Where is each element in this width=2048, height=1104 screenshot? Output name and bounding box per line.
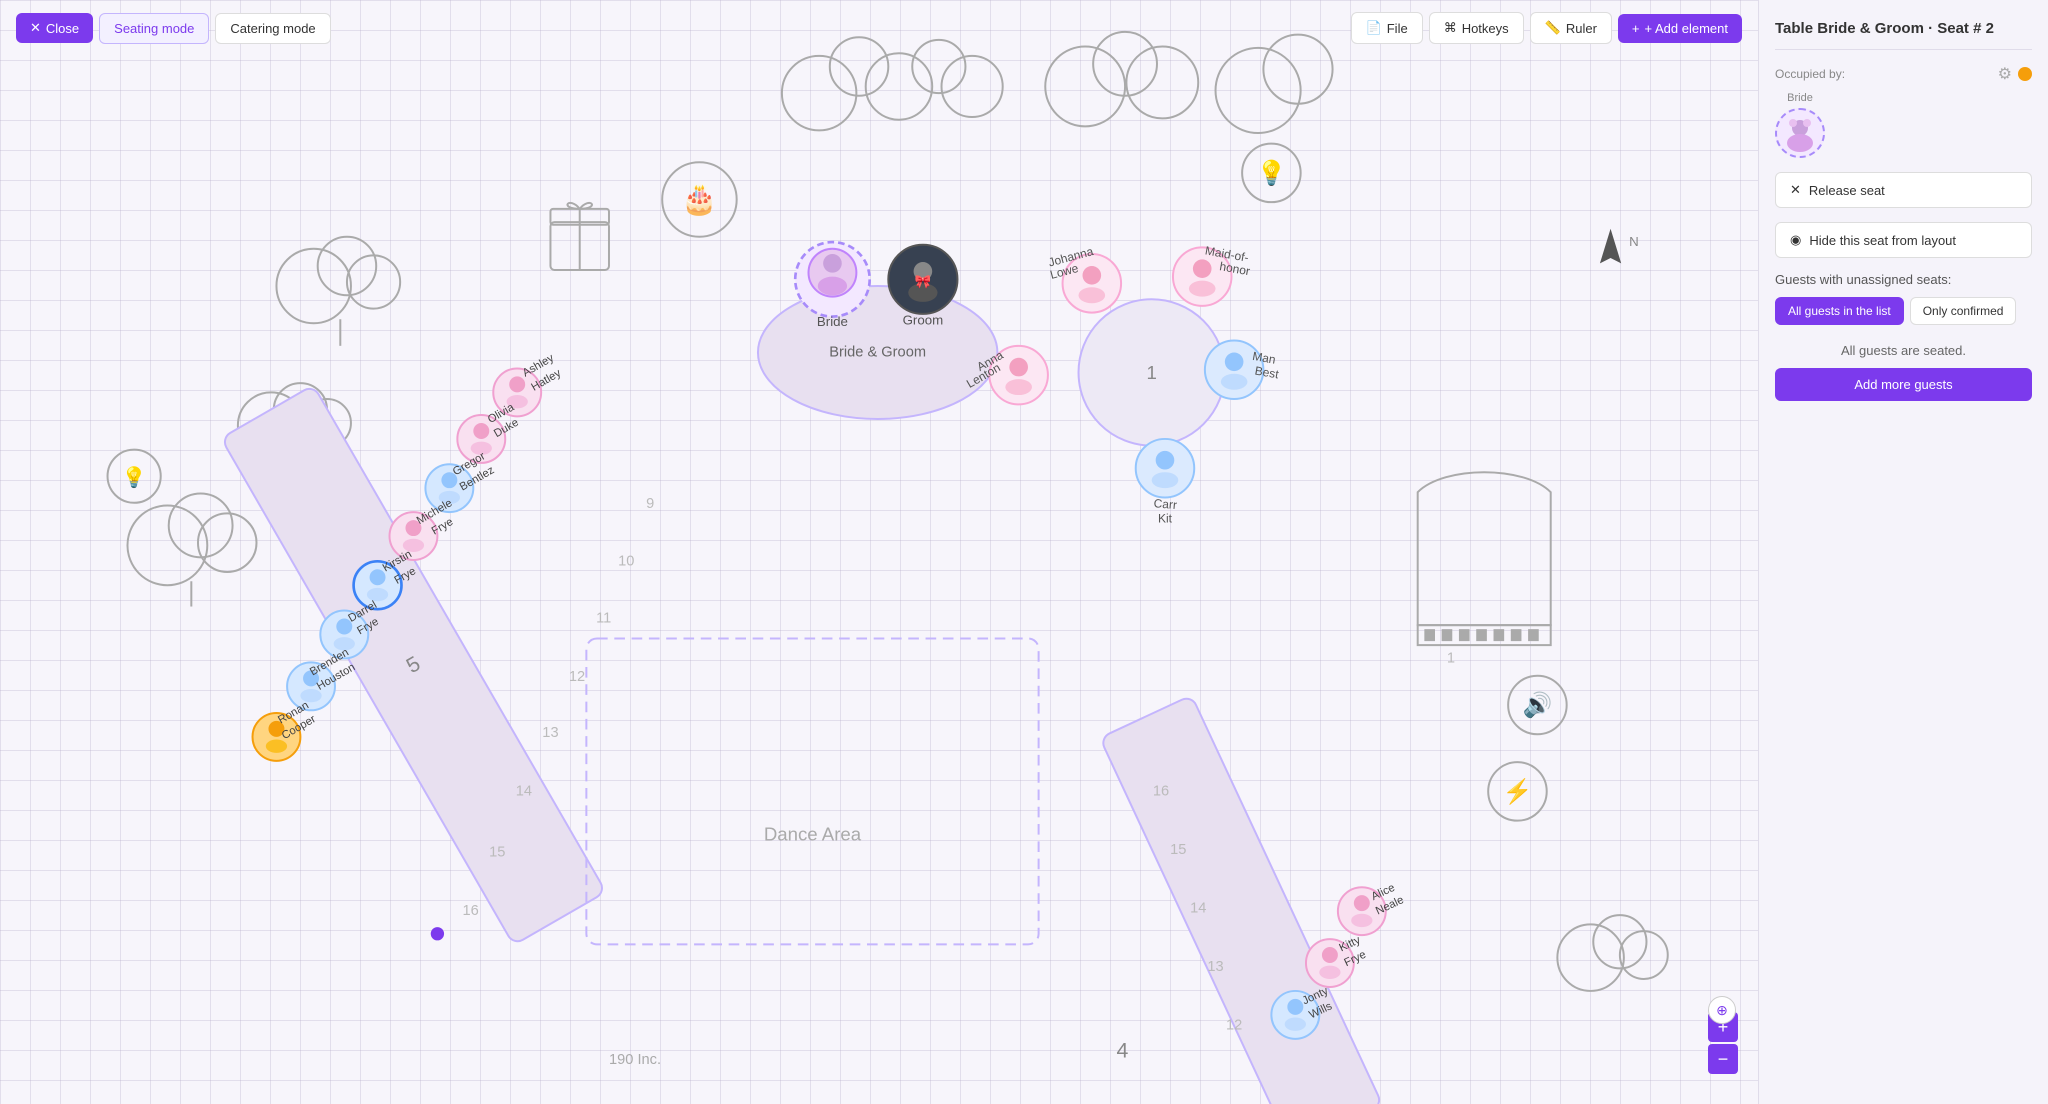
toolbar-left: ✕ Close Seating mode Catering mode xyxy=(16,13,331,44)
ruler-icon: 📏 xyxy=(1545,20,1561,36)
svg-text:Kit: Kit xyxy=(1158,512,1173,526)
toolbar-right: 📄 File ⌘ Hotkeys 📏 Ruler + + Add element xyxy=(1351,12,1742,44)
occupied-by-label: Occupied by: xyxy=(1775,67,1845,81)
svg-text:9: 9 xyxy=(646,496,654,512)
svg-text:15: 15 xyxy=(489,845,505,861)
seating-mode-label: Seating mode xyxy=(114,21,194,36)
hide-seat-label: Hide this seat from layout xyxy=(1809,233,1956,248)
power-icon: ⚡ xyxy=(1488,762,1547,821)
table-4-label: 4 xyxy=(1116,1038,1128,1062)
svg-text:15: 15 xyxy=(1170,842,1186,858)
svg-text:11: 11 xyxy=(596,610,611,626)
all-seated-message: All guests are seated. xyxy=(1775,343,2032,358)
svg-text:1: 1 xyxy=(1447,650,1455,666)
occupied-header: Occupied by: ⚙ xyxy=(1775,64,2032,84)
release-seat-label: Release seat xyxy=(1809,183,1885,198)
floor-plan-canvas[interactable]: 💡 💡 xyxy=(0,0,1758,1104)
catering-mode-button[interactable]: Catering mode xyxy=(215,13,330,44)
release-seat-button[interactable]: ✕ Release seat xyxy=(1775,172,2032,208)
svg-text:10: 10 xyxy=(618,553,634,569)
file-label: File xyxy=(1387,21,1408,36)
svg-text:16: 16 xyxy=(463,903,479,919)
add-element-label: + Add element xyxy=(1645,21,1728,36)
table-5[interactable]: 5 xyxy=(221,385,606,945)
ruler-label: Ruler xyxy=(1566,21,1597,36)
hide-seat-button[interactable]: ◉ Hide this seat from layout xyxy=(1775,222,2032,258)
table-1[interactable]: 1 xyxy=(1079,299,1225,445)
release-seat-icon: ✕ xyxy=(1790,182,1801,198)
close-icon: ✕ xyxy=(30,20,41,36)
svg-text:1: 1 xyxy=(1146,362,1156,383)
svg-text:🎂: 🎂 xyxy=(681,181,717,217)
ruler-button[interactable]: 📏 Ruler xyxy=(1530,12,1612,44)
add-element-button[interactable]: + + Add element xyxy=(1618,14,1742,43)
hotkeys-label: Hotkeys xyxy=(1462,21,1509,36)
svg-text:💡: 💡 xyxy=(1256,159,1286,187)
svg-text:🔊: 🔊 xyxy=(1523,690,1553,719)
occupied-section: Occupied by: ⚙ Bride xyxy=(1775,64,2032,158)
close-label: Close xyxy=(46,21,79,36)
hotkeys-icon: ⌘ xyxy=(1444,20,1457,36)
all-guests-filter-button[interactable]: All guests in the list xyxy=(1775,297,1904,325)
svg-text:Bride: Bride xyxy=(817,314,848,329)
guest-avatar xyxy=(1775,108,1825,158)
only-confirmed-filter-label: Only confirmed xyxy=(1923,304,2004,318)
gift-icon xyxy=(550,203,609,270)
svg-text:Groom: Groom xyxy=(903,313,944,328)
svg-text:14: 14 xyxy=(1190,900,1206,916)
tree-group-top: 💡 xyxy=(782,32,1333,202)
ruler-label: 190 Inc. xyxy=(609,1052,661,1068)
dance-area-label: Dance Area xyxy=(764,824,862,845)
svg-text:Carr: Carr xyxy=(1153,496,1177,512)
svg-text:13: 13 xyxy=(542,725,558,741)
svg-text:12: 12 xyxy=(569,669,585,685)
compass-button[interactable]: ⊕ xyxy=(1708,996,1736,1024)
add-icon: + xyxy=(1632,21,1640,36)
gear-icon[interactable]: ⚙ xyxy=(1998,64,2012,84)
occupied-guest: Bride xyxy=(1775,92,2032,158)
seating-mode-button[interactable]: Seating mode xyxy=(99,13,209,44)
all-guests-filter-label: All guests in the list xyxy=(1788,304,1891,318)
svg-text:16: 16 xyxy=(1153,783,1169,799)
only-confirmed-filter-button[interactable]: Only confirmed xyxy=(1910,297,2017,325)
svg-text:⚡: ⚡ xyxy=(1503,777,1533,805)
zoom-out-button[interactable]: − xyxy=(1708,1044,1738,1074)
compass-arrow: N xyxy=(1600,229,1639,264)
svg-text:N: N xyxy=(1629,234,1639,249)
speaker-icon: 🔊 xyxy=(1508,676,1567,735)
svg-text:14: 14 xyxy=(516,783,532,799)
filter-buttons: All guests in the list Only confirmed xyxy=(1775,297,2032,325)
guests-section: Guests with unassigned seats: All guests… xyxy=(1775,272,2032,401)
svg-text:🎀: 🎀 xyxy=(915,274,932,289)
svg-text:💡: 💡 xyxy=(122,465,147,489)
guests-unassigned-label: Guests with unassigned seats: xyxy=(1775,272,2032,287)
catering-mode-label: Catering mode xyxy=(230,21,315,36)
piano xyxy=(1418,472,1551,645)
right-panel: Table Bride & Groom · Seat # 2 Occupied … xyxy=(1758,0,2048,1104)
tree-bottom-right xyxy=(1557,915,1667,991)
status-dot xyxy=(2018,67,2032,81)
file-icon: 📄 xyxy=(1366,20,1382,36)
hide-seat-icon: ◉ xyxy=(1790,232,1801,248)
svg-text:12: 12 xyxy=(1226,1018,1242,1034)
bride-groom-table-label: Bride & Groom xyxy=(829,344,926,360)
cake-icon: 🎂 xyxy=(662,162,736,236)
file-button[interactable]: 📄 File xyxy=(1351,12,1423,44)
marker-dot xyxy=(431,927,444,940)
panel-title: Table Bride & Groom · Seat # 2 xyxy=(1775,20,2032,50)
add-more-guests-button[interactable]: Add more guests xyxy=(1775,368,2032,401)
svg-text:13: 13 xyxy=(1207,959,1223,975)
bride-groom-table[interactable]: Bride & Groom xyxy=(758,286,997,419)
add-more-guests-label: Add more guests xyxy=(1854,377,1952,392)
close-button[interactable]: ✕ Close xyxy=(16,13,93,43)
guest-name-label: Bride xyxy=(1787,92,1813,104)
hotkeys-button[interactable]: ⌘ Hotkeys xyxy=(1429,12,1524,44)
